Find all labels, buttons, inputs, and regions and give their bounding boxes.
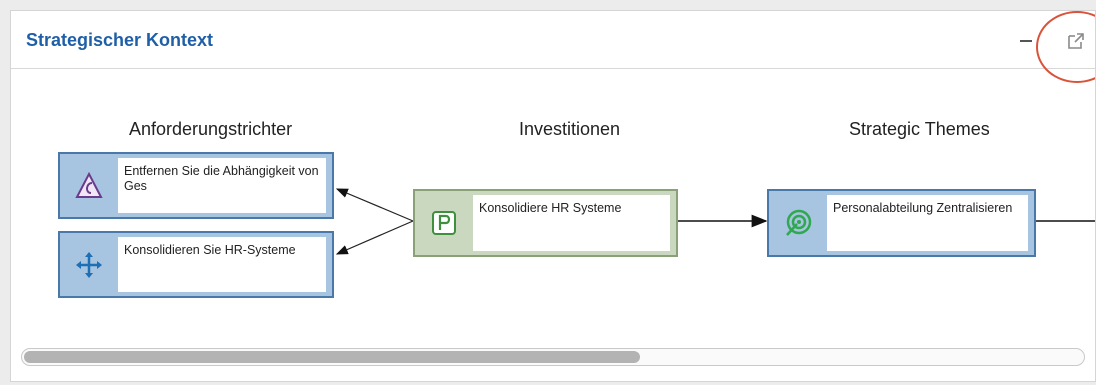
- strategic-context-panel: Strategischer Kontext Anforderungstricht…: [10, 10, 1096, 382]
- column-title-strategic-themes: Strategic Themes: [849, 119, 990, 139]
- connector-investment-to-requirement-1: [335, 188, 414, 222]
- strategic-theme-node-1[interactable]: Personalabteilung Zentralisieren: [767, 189, 1036, 257]
- requirement-node-1-label: Entfernen Sie die Abhängigkeit von Ges: [118, 158, 326, 213]
- investment-node-1-label: Konsolidiere HR Systeme: [473, 195, 670, 251]
- column-title-investments: Investitionen: [519, 119, 621, 139]
- requirement-node-2[interactable]: Konsolidieren Sie HR-Systeme: [58, 231, 334, 298]
- request-funnel-icon: [75, 171, 103, 198]
- investment-node-1[interactable]: Konsolidiere HR Systeme: [413, 189, 678, 257]
- project-p-icon: [432, 211, 456, 235]
- scrollbar-thumb[interactable]: [24, 351, 640, 363]
- column-title-requirements: Anforderungstrichter: [129, 119, 293, 139]
- requirement-node-1[interactable]: Entfernen Sie die Abhängigkeit von Ges: [58, 152, 334, 219]
- horizontal-scrollbar[interactable]: [21, 348, 1085, 366]
- connector-investment-to-requirement-2: [335, 220, 414, 255]
- requirement-node-2-label: Konsolidieren Sie HR-Systeme: [118, 237, 326, 292]
- move-arrows-icon: [76, 251, 102, 278]
- strategic-theme-node-1-label: Personalabteilung Zentralisieren: [827, 195, 1028, 251]
- strategic-theme-icon: [786, 209, 812, 236]
